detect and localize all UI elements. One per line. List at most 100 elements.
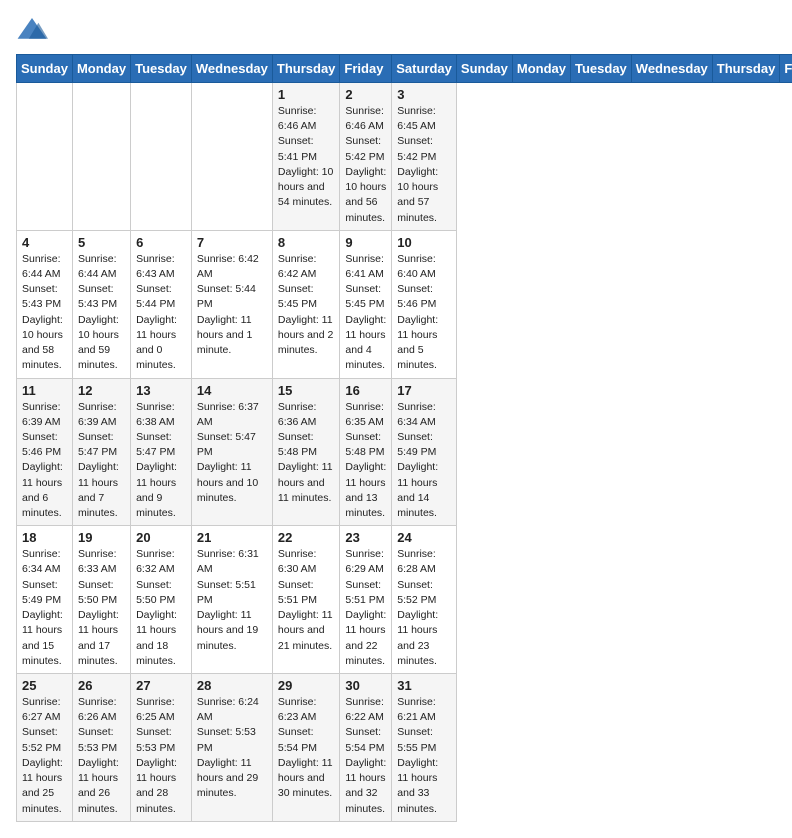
day-info: Sunrise: 6:46 AM Sunset: 5:42 PM Dayligh…: [345, 104, 386, 226]
logo-icon: [16, 16, 48, 44]
calendar-cell: 20 Sunrise: 6:32 AM Sunset: 5:50 PM Dayli…: [131, 526, 192, 674]
day-info: Sunrise: 6:44 AM Sunset: 5:43 PM Dayligh…: [78, 252, 125, 374]
calendar-week-row: 4 Sunrise: 6:44 AM Sunset: 5:43 PM Daylig…: [17, 230, 792, 378]
calendar-cell: 11Sunrise: 6:39 AM Sunset: 5:46 PM Dayli…: [17, 378, 73, 526]
day-number: 24: [397, 530, 451, 545]
day-number: 31: [397, 678, 451, 693]
day-info: Sunrise: 6:46 AM Sunset: 5:41 PM Dayligh…: [278, 104, 335, 211]
day-of-week-header: Friday: [340, 55, 392, 83]
calendar-cell: 9Sunrise: 6:41 AM Sunset: 5:45 PM Daylig…: [340, 230, 392, 378]
calendar-cell: 21 Sunrise: 6:31 AM Sunset: 5:51 PM Dayli…: [191, 526, 272, 674]
day-info: Sunrise: 6:27 AM Sunset: 5:52 PM Dayligh…: [22, 695, 67, 817]
day-info: Sunrise: 6:26 AM Sunset: 5:53 PM Dayligh…: [78, 695, 125, 817]
logo: [16, 16, 52, 44]
day-number: 18: [22, 530, 67, 545]
calendar-week-row: 11Sunrise: 6:39 AM Sunset: 5:46 PM Dayli…: [17, 378, 792, 526]
day-number: 20: [136, 530, 186, 545]
day-info: Sunrise: 6:35 AM Sunset: 5:48 PM Dayligh…: [345, 400, 386, 522]
day-of-week-header: Tuesday: [131, 55, 192, 83]
calendar-cell: 23 Sunrise: 6:29 AM Sunset: 5:51 PM Dayli…: [340, 526, 392, 674]
day-info: Sunrise: 6:39 AM Sunset: 5:47 PM Dayligh…: [78, 400, 125, 522]
day-info: Sunrise: 6:25 AM Sunset: 5:53 PM Dayligh…: [136, 695, 186, 817]
day-of-week-header: Wednesday: [191, 55, 272, 83]
calendar-cell: 26 Sunrise: 6:26 AM Sunset: 5:53 PM Dayli…: [72, 674, 130, 822]
calendar-cell: [191, 83, 272, 231]
day-of-week-header: Saturday: [392, 55, 457, 83]
calendar-cell: 13 Sunrise: 6:38 AM Sunset: 5:47 PM Dayli…: [131, 378, 192, 526]
day-info: Sunrise: 6:33 AM Sunset: 5:50 PM Dayligh…: [78, 547, 125, 669]
day-number: 10: [397, 235, 451, 250]
day-info: Sunrise: 6:28 AM Sunset: 5:52 PM Dayligh…: [397, 547, 451, 669]
day-number: 29: [278, 678, 335, 693]
calendar-cell: 3 Sunrise: 6:45 AM Sunset: 5:42 PM Daylig…: [392, 83, 457, 231]
calendar-table: SundayMondayTuesdayWednesdayThursdayFrid…: [16, 54, 792, 822]
day-number: 26: [78, 678, 125, 693]
day-number: 30: [345, 678, 386, 693]
calendar-week-row: 1Sunrise: 6:46 AM Sunset: 5:41 PM Daylig…: [17, 83, 792, 231]
day-of-week-header: Sunday: [456, 55, 512, 83]
day-info: Sunrise: 6:21 AM Sunset: 5:55 PM Dayligh…: [397, 695, 451, 817]
day-of-week-header: Thursday: [272, 55, 340, 83]
day-info: Sunrise: 6:42 AM Sunset: 5:45 PM Dayligh…: [278, 252, 335, 359]
calendar-cell: 28Sunrise: 6:24 AM Sunset: 5:53 PM Dayli…: [191, 674, 272, 822]
day-of-week-header: Tuesday: [571, 55, 632, 83]
day-info: Sunrise: 6:23 AM Sunset: 5:54 PM Dayligh…: [278, 695, 335, 802]
day-number: 13: [136, 383, 186, 398]
calendar-cell: 16Sunrise: 6:35 AM Sunset: 5:48 PM Dayli…: [340, 378, 392, 526]
day-number: 17: [397, 383, 451, 398]
day-number: 6: [136, 235, 186, 250]
calendar-cell: 29 Sunrise: 6:23 AM Sunset: 5:54 PM Dayli…: [272, 674, 340, 822]
calendar-cell: 22Sunrise: 6:30 AM Sunset: 5:51 PM Dayli…: [272, 526, 340, 674]
calendar-cell: 15 Sunrise: 6:36 AM Sunset: 5:48 PM Dayli…: [272, 378, 340, 526]
calendar-week-row: 25 Sunrise: 6:27 AM Sunset: 5:52 PM Dayli…: [17, 674, 792, 822]
day-number: 22: [278, 530, 335, 545]
day-info: Sunrise: 6:34 AM Sunset: 5:49 PM Dayligh…: [397, 400, 451, 522]
calendar-cell: 25 Sunrise: 6:27 AM Sunset: 5:52 PM Dayli…: [17, 674, 73, 822]
calendar-cell: 24 Sunrise: 6:28 AM Sunset: 5:52 PM Dayli…: [392, 526, 457, 674]
day-info: Sunrise: 6:36 AM Sunset: 5:48 PM Dayligh…: [278, 400, 335, 507]
day-info: Sunrise: 6:37 AM Sunset: 5:47 PM Dayligh…: [197, 400, 267, 507]
calendar-cell: 6Sunrise: 6:43 AM Sunset: 5:44 PM Daylig…: [131, 230, 192, 378]
day-number: 4: [22, 235, 67, 250]
day-number: 7: [197, 235, 267, 250]
day-number: 15: [278, 383, 335, 398]
calendar-cell: 8Sunrise: 6:42 AM Sunset: 5:45 PM Daylig…: [272, 230, 340, 378]
day-info: Sunrise: 6:44 AM Sunset: 5:43 PM Dayligh…: [22, 252, 67, 374]
day-info: Sunrise: 6:32 AM Sunset: 5:50 PM Dayligh…: [136, 547, 186, 669]
day-of-week-header: Friday: [780, 55, 792, 83]
day-info: Sunrise: 6:42 AM Sunset: 5:44 PM Dayligh…: [197, 252, 267, 359]
day-of-week-header: Monday: [512, 55, 570, 83]
day-number: 2: [345, 87, 386, 102]
day-number: 3: [397, 87, 451, 102]
day-number: 9: [345, 235, 386, 250]
day-number: 25: [22, 678, 67, 693]
calendar-cell: 2 Sunrise: 6:46 AM Sunset: 5:42 PM Daylig…: [340, 83, 392, 231]
calendar-cell: 4 Sunrise: 6:44 AM Sunset: 5:43 PM Daylig…: [17, 230, 73, 378]
calendar-cell: 14Sunrise: 6:37 AM Sunset: 5:47 PM Dayli…: [191, 378, 272, 526]
day-info: Sunrise: 6:34 AM Sunset: 5:49 PM Dayligh…: [22, 547, 67, 669]
calendar-cell: 5Sunrise: 6:44 AM Sunset: 5:43 PM Daylig…: [72, 230, 130, 378]
calendar-cell: [17, 83, 73, 231]
calendar-cell: 17 Sunrise: 6:34 AM Sunset: 5:49 PM Dayli…: [392, 378, 457, 526]
day-of-week-header: Wednesday: [631, 55, 712, 83]
calendar-cell: 30 Sunrise: 6:22 AM Sunset: 5:54 PM Dayli…: [340, 674, 392, 822]
day-of-week-header: Thursday: [712, 55, 780, 83]
day-of-week-header: Monday: [72, 55, 130, 83]
day-info: Sunrise: 6:45 AM Sunset: 5:42 PM Dayligh…: [397, 104, 451, 226]
day-of-week-header: Sunday: [17, 55, 73, 83]
day-info: Sunrise: 6:22 AM Sunset: 5:54 PM Dayligh…: [345, 695, 386, 817]
calendar-cell: 31 Sunrise: 6:21 AM Sunset: 5:55 PM Dayli…: [392, 674, 457, 822]
calendar-week-row: 18 Sunrise: 6:34 AM Sunset: 5:49 PM Dayli…: [17, 526, 792, 674]
calendar-cell: [131, 83, 192, 231]
day-number: 23: [345, 530, 386, 545]
calendar-cell: 7 Sunrise: 6:42 AM Sunset: 5:44 PM Daylig…: [191, 230, 272, 378]
calendar-cell: 18 Sunrise: 6:34 AM Sunset: 5:49 PM Dayli…: [17, 526, 73, 674]
day-info: Sunrise: 6:31 AM Sunset: 5:51 PM Dayligh…: [197, 547, 267, 654]
calendar-header-row: SundayMondayTuesdayWednesdayThursdayFrid…: [17, 55, 792, 83]
day-info: Sunrise: 6:38 AM Sunset: 5:47 PM Dayligh…: [136, 400, 186, 522]
day-number: 21: [197, 530, 267, 545]
day-number: 19: [78, 530, 125, 545]
calendar-cell: 19 Sunrise: 6:33 AM Sunset: 5:50 PM Dayli…: [72, 526, 130, 674]
day-info: Sunrise: 6:29 AM Sunset: 5:51 PM Dayligh…: [345, 547, 386, 669]
day-info: Sunrise: 6:24 AM Sunset: 5:53 PM Dayligh…: [197, 695, 267, 802]
